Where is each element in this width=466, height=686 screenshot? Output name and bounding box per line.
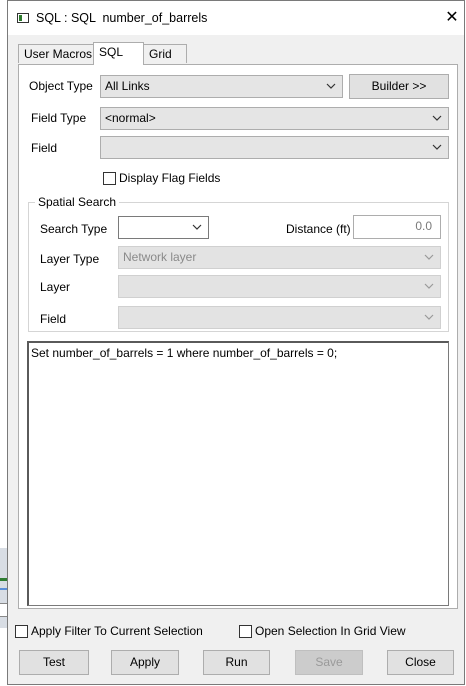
sql-tab-panel: Object Type All Links Builder >> Field T… (18, 64, 458, 609)
chevron-down-icon (432, 115, 442, 121)
layer-type-label: Layer Type (40, 252, 100, 266)
search-type-dropdown[interactable] (118, 216, 209, 239)
chevron-down-icon (192, 224, 202, 230)
apply-button[interactable]: Apply (111, 650, 179, 675)
builder-button[interactable]: Builder >> (349, 74, 449, 99)
app-window-icon (17, 13, 29, 23)
tab-sql[interactable]: SQL (93, 42, 144, 65)
object-type-dropdown[interactable]: All Links (100, 75, 343, 98)
layer-dropdown[interactable] (118, 275, 441, 298)
distance-label: Distance (ft) (286, 222, 351, 236)
layer-label: Layer (40, 280, 71, 294)
layer-type-value: Network layer (123, 250, 197, 264)
save-button[interactable]: Save (295, 650, 363, 675)
tab-grid[interactable]: Grid (143, 44, 187, 63)
object-type-label: Object Type (29, 79, 93, 93)
window-title: SQL : SQL number_of_barrels (36, 11, 208, 25)
display-flag-fields-label: Display Flag Fields (119, 171, 221, 185)
chevron-down-icon (424, 254, 434, 260)
open-selection-label: Open Selection In Grid View (255, 624, 406, 638)
field-label: Field (31, 141, 58, 155)
spatial-field-label: Field (40, 312, 67, 326)
chevron-down-icon (326, 83, 336, 89)
chevron-down-icon (424, 314, 434, 320)
close-icon[interactable]: ✕ (440, 7, 464, 29)
field-type-value: <normal> (105, 111, 156, 125)
close-button[interactable]: Close (387, 650, 454, 675)
distance-input[interactable]: 0.0 (353, 215, 441, 239)
spatial-search-title: Spatial Search (35, 195, 120, 209)
layer-type-dropdown[interactable]: Network layer (118, 246, 441, 269)
field-type-dropdown[interactable]: <normal> (100, 107, 449, 130)
display-flag-fields-checkbox[interactable] (103, 172, 116, 185)
test-button[interactable]: Test (19, 650, 89, 675)
apply-filter-checkbox[interactable] (15, 625, 28, 638)
apply-filter-label: Apply Filter To Current Selection (31, 624, 203, 638)
search-type-label: Search Type (40, 222, 108, 236)
sql-dialog: SQL : SQL number_of_barrels ✕ User Macro… (7, 0, 465, 685)
run-button[interactable]: Run (203, 650, 270, 675)
object-type-value: All Links (105, 79, 150, 93)
title-bar: SQL : SQL number_of_barrels ✕ (8, 1, 464, 35)
field-type-label: Field Type (31, 111, 87, 125)
open-selection-checkbox[interactable] (239, 625, 252, 638)
sql-editor[interactable]: Set number_of_barrels = 1 where number_o… (27, 341, 449, 606)
spatial-field-dropdown[interactable] (118, 306, 441, 329)
tab-user-macros[interactable]: User Macros (18, 44, 94, 63)
chevron-down-icon (432, 144, 442, 150)
chevron-down-icon (424, 283, 434, 289)
field-dropdown[interactable] (100, 136, 449, 159)
